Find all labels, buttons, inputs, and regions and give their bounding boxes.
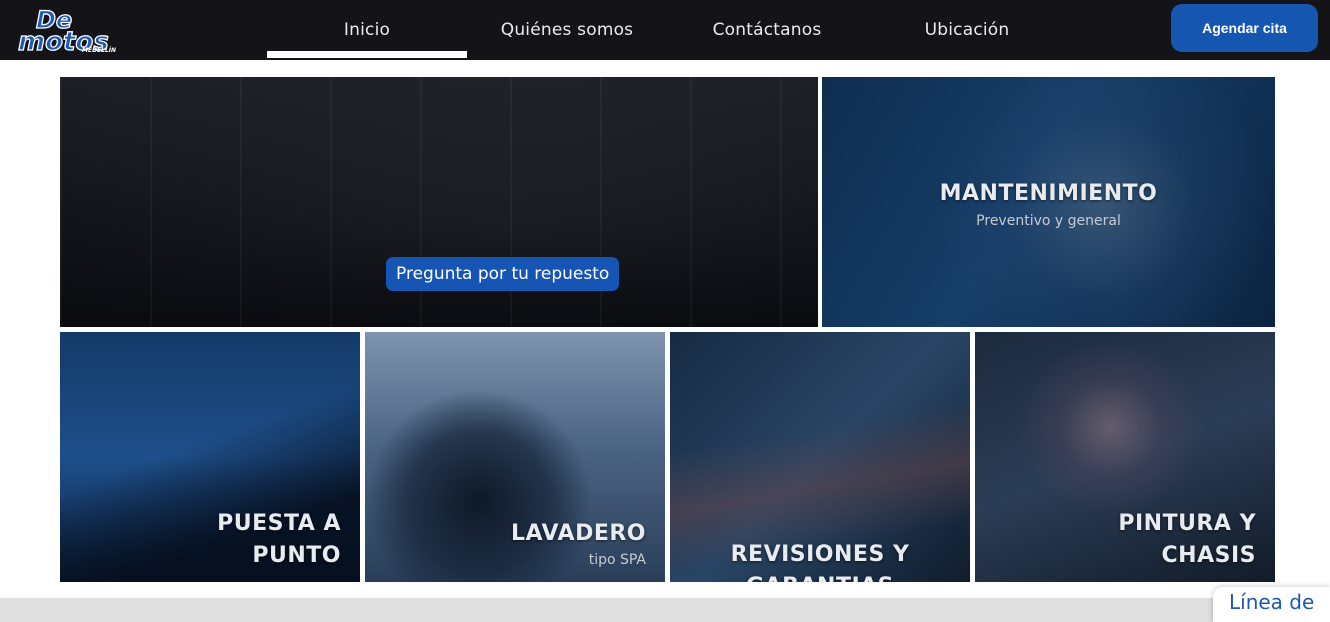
tile-puesta-a-punto[interactable]: PUESTA A PUNTO (60, 332, 360, 582)
tile-puesta-a-punto-title-line2: PUNTO (252, 543, 341, 568)
tile-pintura-chasis-title: PINTURA Y CHASIS (1118, 508, 1256, 572)
svg-text:MEDELLÍN: MEDELLÍN (82, 47, 116, 54)
brand-logo[interactable]: De motos MEDELLÍN (16, 5, 126, 57)
tile-pintura-chasis-title-line1: PINTURA Y (1118, 511, 1256, 536)
tile-pintura-chasis[interactable]: PINTURA Y CHASIS (975, 332, 1275, 582)
nav-contactanos[interactable]: Contáctanos (667, 0, 867, 60)
tile-lavadero-subtitle: tipo SPA (588, 552, 646, 568)
hero-workshop-tile[interactable]: Pregunta por tu repuesto (60, 77, 818, 327)
tile-mantenimiento-title: MANTENIMIENTO (939, 181, 1158, 206)
tile-mantenimiento-subtitle: Preventivo y general (976, 213, 1121, 229)
tile-pintura-chasis-title-line2: CHASIS (1161, 543, 1256, 568)
chat-line-tab[interactable]: Línea de (1213, 587, 1330, 622)
tile-lavadero-title: LAVADERO (510, 521, 646, 546)
footer-section (0, 598, 1330, 622)
nav-contactanos-label: Contáctanos (712, 20, 822, 40)
tile-lavadero[interactable]: LAVADERO tipo SPA (365, 332, 665, 582)
tile-revisiones-garantias-title: REVISIONES Y GARANTIAS (730, 542, 910, 582)
chat-line-label: Línea de (1229, 590, 1315, 614)
schedule-appointment-button[interactable]: Agendar cita (1171, 4, 1318, 52)
nav-ubicacion-label: Ubicación (924, 20, 1010, 40)
ask-spare-part-button[interactable]: Pregunta por tu repuesto (386, 257, 620, 291)
nav-ubicacion[interactable]: Ubicación (867, 0, 1067, 60)
schedule-appointment-label: Agendar cita (1202, 20, 1287, 36)
nav-inicio-label: Inicio (343, 20, 391, 40)
top-navigation-bar: De motos MEDELLÍN Inicio Quiénes somos C… (0, 0, 1330, 60)
nav-quienes-somos-label: Quiénes somos (500, 20, 634, 40)
tile-mantenimiento[interactable]: MANTENIMIENTO Preventivo y general (822, 77, 1275, 327)
tile-puesta-a-punto-title-line1: PUESTA A (217, 511, 341, 536)
tile-revisiones-garantias[interactable]: REVISIONES Y GARANTIAS (670, 332, 970, 582)
nav-inicio[interactable]: Inicio (267, 0, 467, 60)
tile-puesta-a-punto-title: PUESTA A PUNTO (217, 508, 341, 572)
nav-quienes-somos[interactable]: Quiénes somos (467, 0, 667, 60)
ask-spare-part-label: Pregunta por tu repuesto (396, 264, 610, 284)
